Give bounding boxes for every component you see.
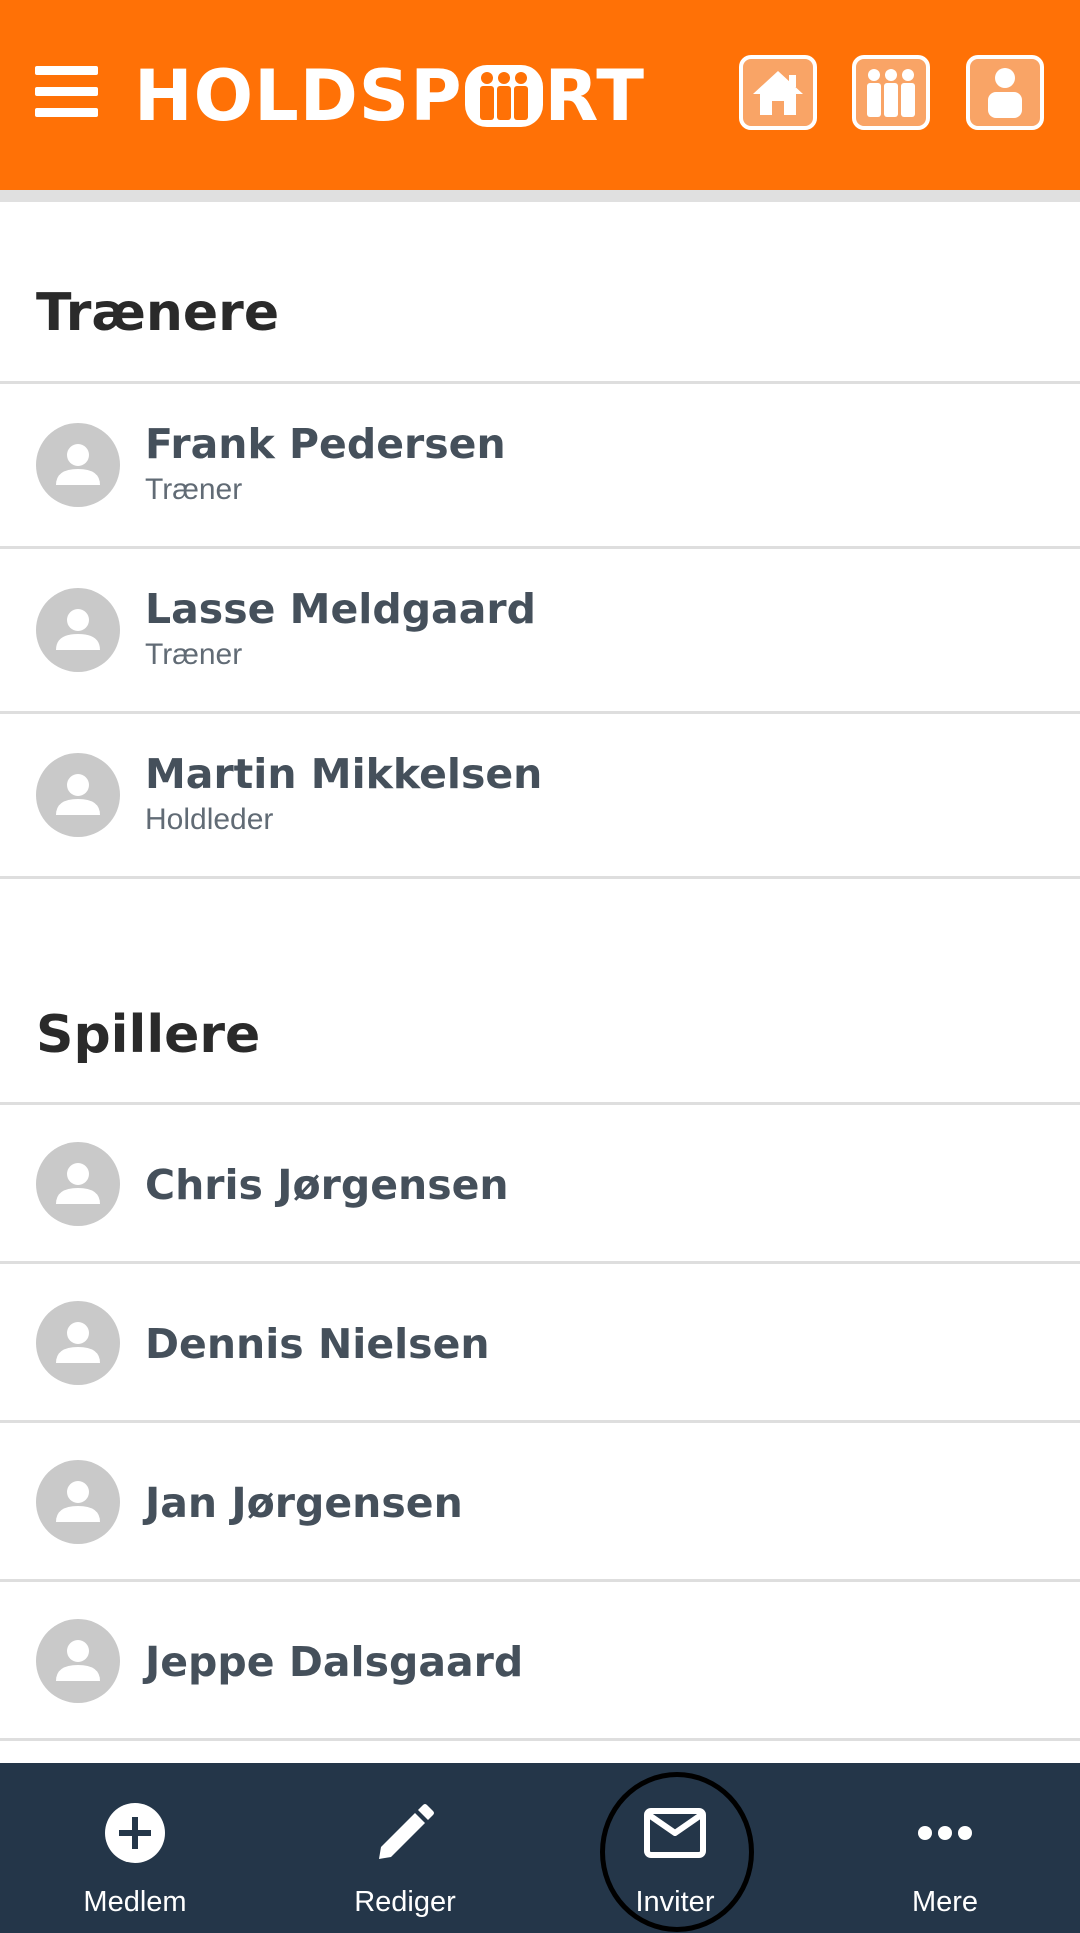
member-row-frank-pedersen[interactable]: Frank Pedersen Træner xyxy=(0,384,1080,547)
holdsport-logo[interactable]: HOLDSP RT xyxy=(134,56,645,136)
member-name: Chris Jørgensen xyxy=(145,1161,509,1209)
section-title-coaches: Trænere xyxy=(36,283,280,343)
team-icon[interactable] xyxy=(852,55,930,130)
member-name: Lasse Meldgaard xyxy=(145,585,536,633)
nav-invite-button[interactable]: Inviter xyxy=(575,1763,775,1933)
nav-edit-button[interactable]: Rediger xyxy=(305,1763,505,1933)
nav-more-button[interactable]: Mere xyxy=(845,1763,1045,1933)
app-header: HOLDSP RT xyxy=(0,0,1080,190)
section-title-players: Spillere xyxy=(36,1005,261,1065)
avatar-placeholder-icon xyxy=(36,1301,120,1385)
logo-people-o-icon xyxy=(464,65,543,127)
avatar-placeholder-icon xyxy=(36,1460,120,1544)
mail-icon xyxy=(643,1801,707,1865)
avatar-placeholder-icon xyxy=(36,423,120,507)
divider xyxy=(0,1738,1080,1741)
avatar-placeholder-icon xyxy=(36,1619,120,1703)
logo-text-start: HOLDSP xyxy=(134,55,463,137)
bottom-navigation: Medlem Rediger Inviter Mere xyxy=(0,1763,1080,1933)
hamburger-menu-icon[interactable] xyxy=(35,66,99,118)
member-role: Træner xyxy=(145,638,243,671)
divider xyxy=(0,876,1080,879)
member-name: Frank Pedersen xyxy=(145,420,506,468)
nav-label: Inviter xyxy=(635,1886,715,1918)
member-name: Jan Jørgensen xyxy=(145,1479,463,1527)
add-circle-icon xyxy=(103,1801,167,1865)
member-name: Jeppe Dalsgaard xyxy=(145,1638,524,1686)
member-role: Holdleder xyxy=(145,803,274,836)
avatar-placeholder-icon xyxy=(36,753,120,837)
member-name: Martin Mikkelsen xyxy=(145,750,543,798)
member-row-lasse-meldgaard[interactable]: Lasse Meldgaard Træner xyxy=(0,549,1080,712)
logo-text-end: RT xyxy=(544,55,646,137)
nav-add-member-button[interactable]: Medlem xyxy=(35,1763,235,1933)
pencil-icon xyxy=(373,1801,437,1865)
home-icon[interactable] xyxy=(739,55,817,130)
avatar-placeholder-icon xyxy=(36,588,120,672)
nav-label: Medlem xyxy=(83,1886,187,1918)
more-dots-icon xyxy=(913,1801,977,1865)
member-name: Dennis Nielsen xyxy=(145,1320,490,1368)
member-row-chris-jorgensen[interactable]: Chris Jørgensen xyxy=(0,1105,1080,1262)
nav-label: Rediger xyxy=(354,1886,456,1918)
member-role: Træner xyxy=(145,473,243,506)
header-shadow xyxy=(0,190,1080,202)
profile-icon[interactable] xyxy=(966,55,1044,130)
nav-label: Mere xyxy=(911,1886,979,1918)
member-row-jeppe-dalsgaard[interactable]: Jeppe Dalsgaard xyxy=(0,1582,1080,1739)
member-row-jan-jorgensen[interactable]: Jan Jørgensen xyxy=(0,1423,1080,1580)
member-row-dennis-nielsen[interactable]: Dennis Nielsen xyxy=(0,1264,1080,1421)
member-row-martin-mikkelsen[interactable]: Martin Mikkelsen Holdleder xyxy=(0,714,1080,877)
avatar-placeholder-icon xyxy=(36,1142,120,1226)
